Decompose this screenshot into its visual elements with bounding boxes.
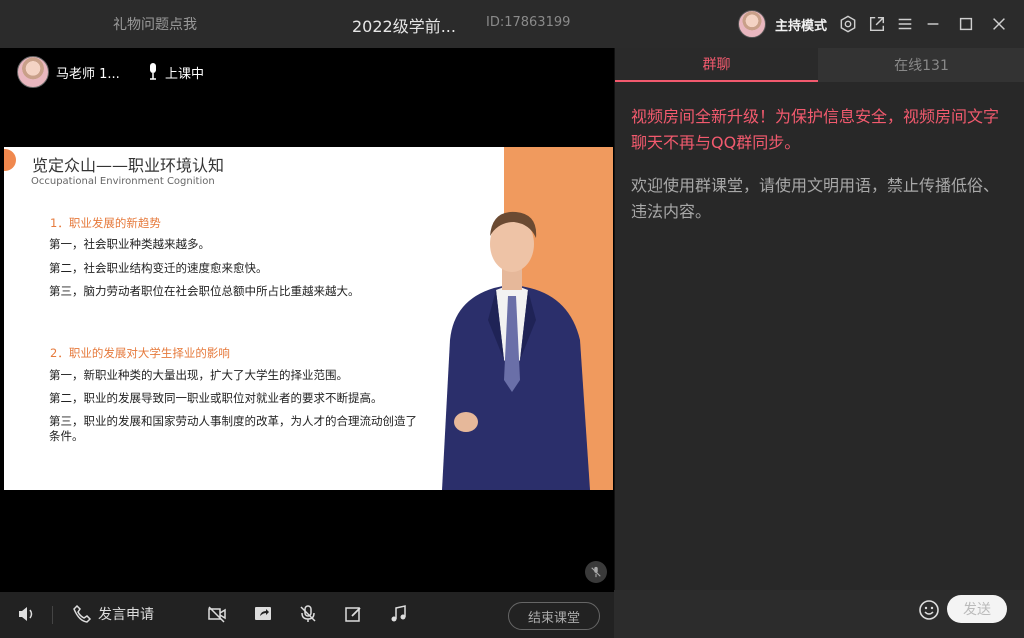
end-class-button[interactable]: 结束课堂 [508, 602, 600, 630]
slide-subtitle: Occupational Environment Cognition [31, 176, 215, 187]
class-status: 上课中 [165, 67, 205, 82]
welcome-message: 欢迎使用群课堂，请使用文明用语，禁止传播低俗、违法内容。 [631, 176, 1000, 221]
room-id: ID:17863199 [486, 15, 571, 30]
music-note-icon[interactable] [388, 602, 408, 626]
maximize-icon[interactable] [955, 13, 977, 35]
slide-line: 第一，社会职业种类越来越多。 [49, 237, 210, 251]
tab-online-members[interactable]: 在线131 [818, 48, 1024, 82]
video-area: 马老师 1... 上课中 览定众山——职业环境认知 Occupational E… [0, 48, 614, 592]
camera-off-icon[interactable] [207, 602, 227, 626]
slide-line: 第三，职业的发展和国家劳动人事制度的改革，为人才的合理流动创造了条件。 [49, 414, 417, 443]
phone-icon [73, 604, 92, 623]
presentation-slide: 览定众山——职业环境认知 Occupational Environment Co… [4, 147, 613, 490]
slide-section-2: 2．职业的发展对大学生择业的影响 [50, 346, 230, 360]
slide-line: 第二，社会职业结构变迁的速度愈来愈快。 [49, 261, 268, 275]
gift-help-link[interactable]: 礼物问题点我 [113, 14, 197, 34]
chat-input[interactable] [626, 596, 916, 628]
microphone-icon [150, 63, 156, 80]
businessman-image [442, 211, 590, 490]
teacher-name: 马老师 1... [56, 67, 120, 82]
host-avatar[interactable] [738, 10, 766, 38]
slide-line: 第三，脑力劳动者职位在社会职位总额中所占比重越来越大。 [49, 284, 360, 298]
close-icon[interactable] [988, 13, 1010, 35]
slide-line: 第二，职业的发展导致同一职业或职位对就业者的要求不断提高。 [49, 391, 383, 405]
teacher-avatar[interactable] [17, 56, 49, 88]
tab-group-chat[interactable]: 群聊 [615, 48, 818, 82]
video-mic-muted-icon[interactable] [585, 561, 607, 583]
share-screen-icon[interactable] [253, 602, 273, 626]
apply-speak-label: 发言申请 [98, 607, 154, 623]
class-title: 2022级学前... [352, 17, 456, 36]
apply-speak-button[interactable]: 发言申请 [72, 602, 154, 626]
mic-muted-icon[interactable] [298, 602, 318, 626]
slide-section-1: 1．职业发展的新趋势 [50, 216, 161, 230]
chat-input-bar: 发送 [614, 590, 1024, 638]
slide-title: 览定众山——职业环境认知 [32, 156, 225, 175]
emoji-icon[interactable] [918, 599, 940, 621]
title-bar: 礼物问题点我 2022级学前... ID:17863199 主持模式 [0, 0, 1024, 48]
slide-line: 第一，新职业种类的大量出现，扩大了大学生的择业范围。 [49, 368, 348, 382]
system-notice: 视频房间全新升级！为保护信息安全，视频房间文字聊天不再与QQ群同步。 [631, 107, 1000, 152]
send-button[interactable]: 发送 [947, 595, 1007, 623]
chat-tabs: 群聊 在线131 [615, 48, 1024, 82]
slide-decor-dot [4, 149, 16, 171]
speaker-volume-icon[interactable] [16, 602, 36, 626]
popout-window-icon[interactable] [866, 13, 888, 35]
bottom-toolbar: 发言申请 结束课堂 [0, 592, 614, 638]
minimize-icon[interactable] [922, 13, 944, 35]
host-mode-button[interactable]: 主持模式 [775, 15, 827, 34]
menu-icon[interactable] [894, 13, 916, 35]
toolbar-divider [52, 606, 53, 624]
settings-gear-icon[interactable] [837, 13, 859, 35]
edit-note-icon[interactable] [343, 602, 363, 626]
chat-panel: 群聊 在线131 视频房间全新升级！为保护信息安全，视频房间文字聊天不再与QQ群… [614, 48, 1024, 638]
